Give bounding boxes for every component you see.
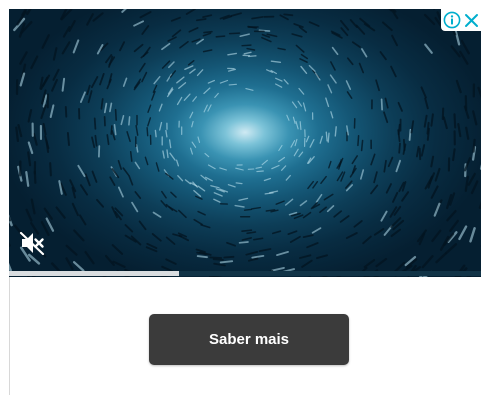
close-icon[interactable] xyxy=(463,12,480,29)
mute-button[interactable] xyxy=(17,228,47,258)
ad-choices-bar xyxy=(441,9,481,31)
video-progress-fill xyxy=(9,271,179,276)
info-icon[interactable] xyxy=(443,11,461,29)
ad-container: Saber mais xyxy=(0,0,481,395)
school-of-fish-visual xyxy=(9,9,481,277)
learn-more-button[interactable]: Saber mais xyxy=(149,314,349,365)
ad-border xyxy=(9,276,10,395)
speaker-muted-icon xyxy=(19,231,45,256)
video-player[interactable] xyxy=(9,9,481,277)
video-progress-bar xyxy=(9,271,481,276)
